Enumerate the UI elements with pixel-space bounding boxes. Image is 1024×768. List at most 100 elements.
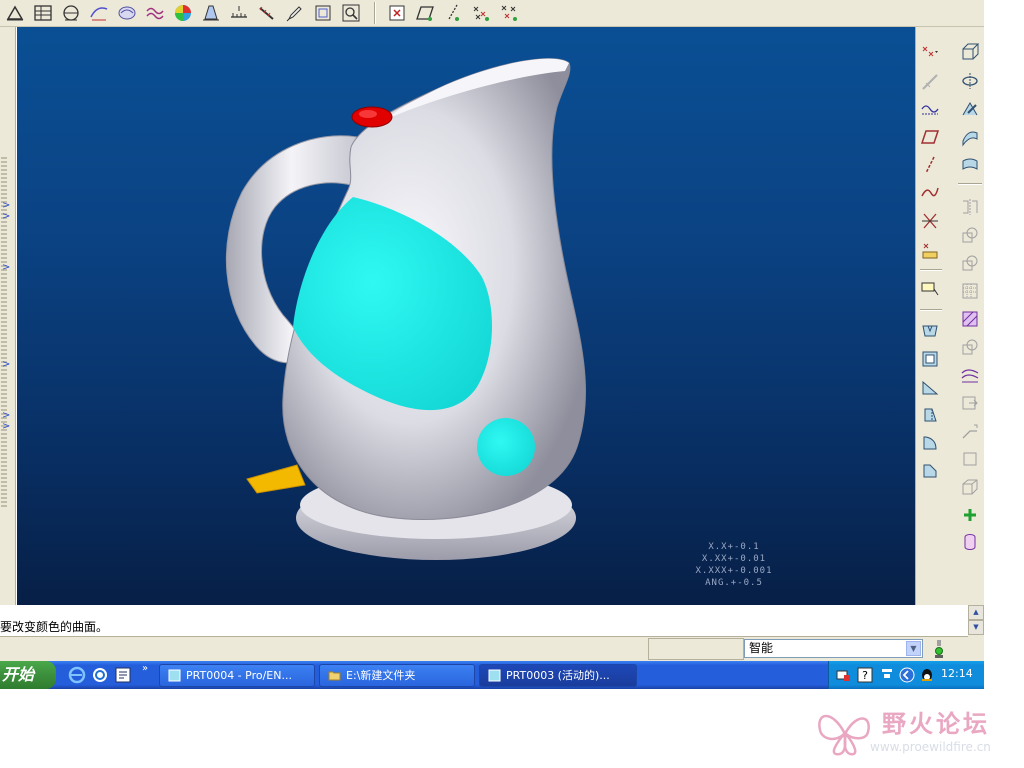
- datum-csys-icon[interactable]: [918, 209, 942, 233]
- note-icon[interactable]: [918, 277, 942, 301]
- windows-taskbar: 开始 » PRT0004 - Pro/EN... E:\新建文件夹 PRT000…: [0, 661, 984, 689]
- shell-icon[interactable]: [918, 347, 942, 371]
- surface-analysis-icon[interactable]: [114, 1, 140, 25]
- quicklaunch-more-icon[interactable]: »: [142, 663, 148, 674]
- coord-view-icon[interactable]: [496, 1, 522, 25]
- network-icon[interactable]: [835, 667, 851, 683]
- tolerance-line: X.X+-0.1: [708, 542, 760, 552]
- round-icon[interactable]: [918, 431, 942, 455]
- sketch-disabled-icon[interactable]: [918, 70, 942, 94]
- section-icon[interactable]: [58, 1, 84, 25]
- taskbar-button-folder[interactable]: E:\新建文件夹: [319, 664, 475, 687]
- tolerance-line: ANG.+-0.5: [705, 578, 763, 588]
- datum-plane-icon[interactable]: [918, 125, 942, 149]
- browser-icon[interactable]: [91, 666, 109, 684]
- extrude-icon[interactable]: [958, 40, 982, 64]
- cylinder-icon[interactable]: [958, 530, 982, 554]
- add-icon[interactable]: [958, 503, 982, 527]
- watermark-url: www.proewildfire.cn: [870, 740, 991, 754]
- draft-feature-icon[interactable]: [918, 403, 942, 427]
- display-icon[interactable]: [879, 667, 895, 683]
- curve-analysis-icon[interactable]: [86, 1, 112, 25]
- chevron-down-icon[interactable]: ▼: [906, 641, 921, 656]
- zoom-box-icon[interactable]: [310, 1, 336, 25]
- selection-filter-value: 智能: [749, 641, 774, 655]
- intersect-icon[interactable]: [958, 335, 982, 359]
- hole-icon[interactable]: [918, 319, 942, 343]
- extend-icon[interactable]: [958, 391, 982, 415]
- sweep-icon[interactable]: [958, 97, 982, 121]
- trim-icon[interactable]: [958, 251, 982, 275]
- offset-icon[interactable]: [958, 363, 982, 387]
- svg-text:?: ?: [862, 669, 868, 682]
- expand-arrow-icon[interactable]: >: [2, 201, 12, 211]
- datum-point-icon[interactable]: [918, 40, 942, 64]
- graphics-viewport[interactable]: X.X+-0.1 X.XX+-0.01 X.XXX+-0.001 ANG.+-0…: [17, 27, 915, 605]
- feature-toolbar: [915, 27, 984, 605]
- fill-icon[interactable]: [958, 307, 982, 331]
- selection-filter-dropdown[interactable]: 智能 ▼: [744, 639, 923, 658]
- message-scrollbar[interactable]: ▲ ▼: [968, 605, 984, 637]
- ruler-icon[interactable]: [254, 1, 280, 25]
- expand-arrow-icon[interactable]: >: [2, 360, 12, 370]
- status-bar: 智能 ▼: [0, 637, 984, 661]
- folder-icon: [328, 671, 341, 681]
- taskbar-button-label: PRT0004 - Pro/EN...: [186, 669, 292, 682]
- start-button[interactable]: 开始: [0, 661, 56, 689]
- point-view-icon[interactable]: [468, 1, 494, 25]
- expand-arrow-icon[interactable]: >: [2, 422, 12, 432]
- plane-view-icon[interactable]: [412, 1, 438, 25]
- thicken-icon[interactable]: [958, 419, 982, 443]
- close-box-icon[interactable]: [384, 1, 410, 25]
- pen-icon[interactable]: [282, 1, 308, 25]
- triangle-icon[interactable]: [2, 1, 28, 25]
- kettle-model[interactable]: [17, 27, 915, 605]
- toolbar-separator: [374, 2, 376, 24]
- analysis-feature-icon[interactable]: [918, 239, 942, 263]
- chamfer-icon[interactable]: [918, 459, 942, 483]
- project-icon[interactable]: [958, 475, 982, 499]
- kettle-indicator-circle: [477, 418, 535, 476]
- boundary-blend-icon[interactable]: [958, 125, 982, 149]
- kettle-trigger: [246, 464, 306, 494]
- taskbar-button-active-part[interactable]: PRT0003 (活动的)...: [479, 664, 637, 687]
- wave-icon[interactable]: [142, 1, 168, 25]
- solidify-icon[interactable]: [958, 447, 982, 471]
- measure-icon[interactable]: [226, 1, 252, 25]
- datum-curve-icon[interactable]: [918, 97, 942, 121]
- mirror-icon[interactable]: [958, 195, 982, 219]
- proe-window-icon: [488, 669, 501, 682]
- revolve-icon[interactable]: [958, 69, 982, 93]
- scroll-down-icon[interactable]: ▼: [968, 620, 984, 635]
- show-hidden-icons[interactable]: [899, 667, 915, 683]
- tolerance-line: X.XX+-0.01: [701, 554, 767, 564]
- zoom-fit-icon[interactable]: [338, 1, 364, 25]
- table-icon[interactable]: [30, 1, 56, 25]
- merge-icon[interactable]: [958, 223, 982, 247]
- rib-icon[interactable]: [918, 375, 942, 399]
- help-icon[interactable]: ?: [857, 667, 873, 683]
- axis-view-icon[interactable]: [440, 1, 466, 25]
- expand-arrow-icon[interactable]: >: [2, 411, 12, 421]
- tolerance-line: X.XXX+-0.001: [695, 566, 773, 576]
- expand-arrow-icon[interactable]: >: [2, 263, 12, 273]
- expand-arrow-icon[interactable]: >: [2, 212, 12, 222]
- taskbar-button-label: E:\新建文件夹: [346, 669, 416, 682]
- pattern-icon[interactable]: [958, 279, 982, 303]
- color-map-icon[interactable]: [170, 1, 196, 25]
- regenerate-status-icon[interactable]: [932, 639, 946, 659]
- qq-messenger-icon[interactable]: [919, 667, 935, 683]
- clock[interactable]: 12:14: [941, 667, 973, 680]
- sketch-curve-icon[interactable]: [918, 180, 942, 204]
- proe-window-icon: [168, 669, 181, 682]
- style-icon[interactable]: [958, 153, 982, 177]
- scroll-up-icon[interactable]: ▲: [968, 605, 984, 620]
- app-shortcut-icon[interactable]: [114, 666, 132, 684]
- system-tray: ? 12:14: [828, 661, 984, 689]
- taskbar-button-proe[interactable]: PRT0004 - Pro/EN...: [159, 664, 315, 687]
- datum-axis-icon[interactable]: [918, 153, 942, 177]
- draft-icon[interactable]: [198, 1, 224, 25]
- toolbar-separator: [958, 183, 982, 185]
- internet-explorer-icon[interactable]: [68, 666, 86, 684]
- butterfly-logo-icon: [818, 714, 870, 756]
